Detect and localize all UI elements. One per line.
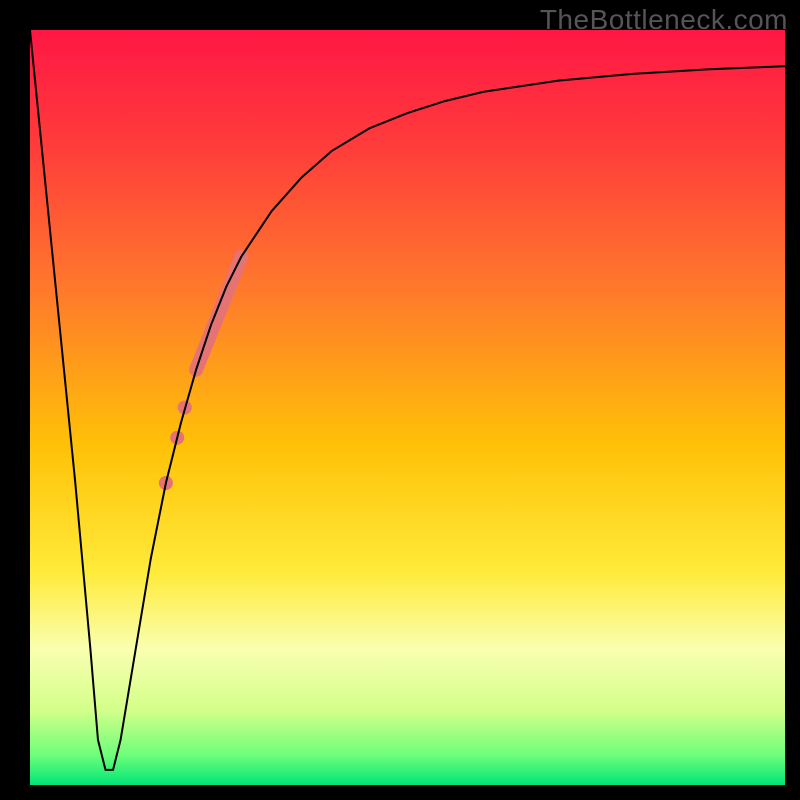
gradient-background xyxy=(30,30,785,785)
chart-container: TheBottleneck.com xyxy=(0,0,800,800)
plot-area xyxy=(30,30,785,785)
chart-svg xyxy=(30,30,785,785)
watermark-text: TheBottleneck.com xyxy=(540,4,788,36)
